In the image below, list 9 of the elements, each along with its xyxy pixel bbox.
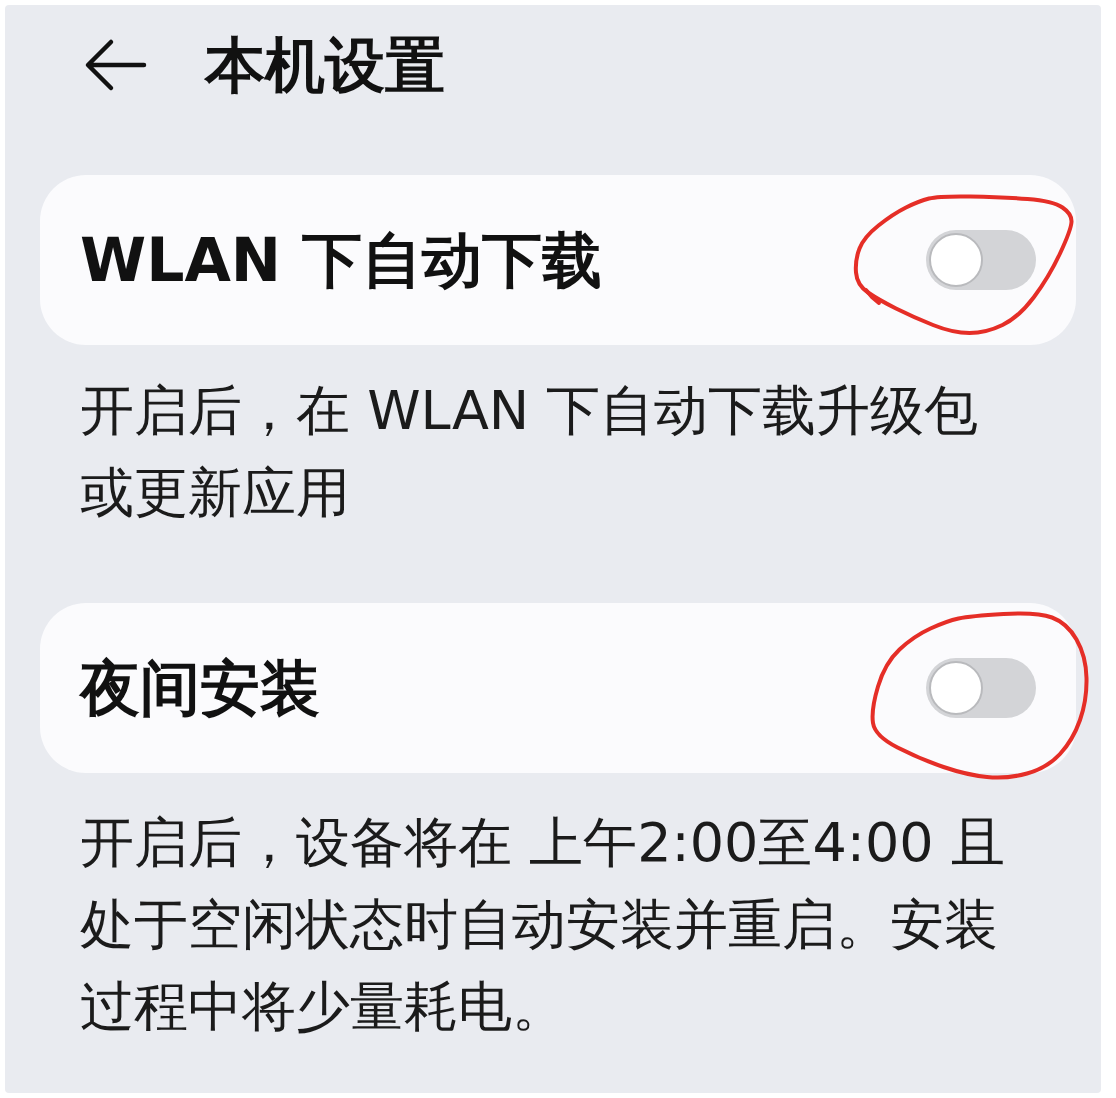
toggle-switch[interactable] bbox=[926, 230, 1036, 290]
toggle-switch[interactable] bbox=[926, 658, 1036, 718]
setting-label: 夜间安装 bbox=[80, 658, 320, 718]
setting-description: 开启后，设备将在 上午2:00至4:00 且处于空闲状态时自动安装并重启。安装过程中将少量耗电。 bbox=[80, 810, 1006, 1040]
setting-label: WLAN 下自动下载 bbox=[80, 230, 602, 290]
back-arrow-icon bbox=[84, 37, 148, 93]
page-title: 本机设置 bbox=[205, 35, 445, 95]
setting-description: 开启后，在 WLAN 下自动下载升级包或更新应用 bbox=[80, 378, 980, 526]
back-button[interactable] bbox=[83, 37, 149, 93]
